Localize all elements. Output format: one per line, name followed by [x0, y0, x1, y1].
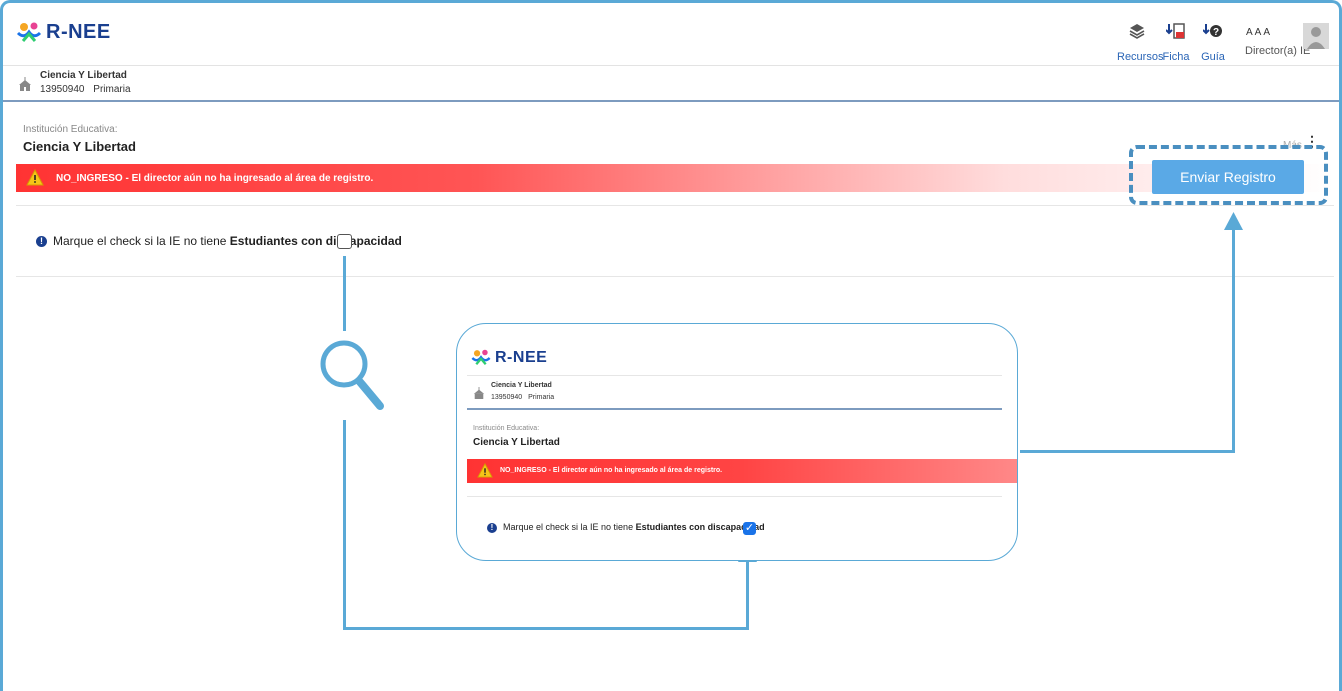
avatar[interactable]: [1303, 23, 1329, 49]
app-title[interactable]: R-NEE: [46, 21, 111, 44]
layers-icon: [1129, 24, 1145, 39]
ficha-label: Ficha: [1162, 51, 1190, 63]
divider: [467, 408, 1002, 410]
inset-app-title: R-NEE: [495, 349, 548, 366]
info-icon: !: [36, 236, 47, 247]
school-bar: Ciencia Y Libertad 13950940 Primaria: [3, 66, 1339, 102]
guide-label: Guía: [1201, 51, 1225, 63]
check-text-bold: Estudiantes con discapacidad: [229, 234, 402, 248]
divider: [16, 276, 1334, 277]
inset-ie-label: Institución Educativa:: [473, 425, 540, 432]
inset-school-name: Ciencia Y Libertad: [491, 382, 552, 389]
highlight-box: [1129, 145, 1328, 205]
app-header: R-NEE Recursos Ficha ? Guía AAA Director…: [3, 3, 1339, 66]
inset-check-text: Marque el check si la IE no tiene Estudi…: [503, 522, 765, 532]
connector-line: [1232, 228, 1235, 453]
logo-icon: [16, 22, 42, 42]
ficha-button[interactable]: Ficha: [1159, 11, 1193, 63]
warning-icon: [26, 169, 44, 186]
school-name: Ciencia Y Libertad: [40, 70, 127, 81]
school-code: 13950940: [40, 84, 85, 95]
warning-icon: [477, 463, 493, 478]
inset-school-code: 13950940: [491, 394, 523, 401]
check-text-prefix: Marque el check si la IE no tiene: [53, 234, 227, 248]
help-download-icon: ?: [1203, 24, 1222, 38]
document-download-icon: [1166, 23, 1185, 39]
school-icon: [473, 387, 485, 399]
school-icon: [19, 77, 31, 91]
connector-line: [343, 420, 346, 630]
inset-school-level: Primaria: [528, 394, 555, 401]
user-icon: [1307, 27, 1325, 49]
resources-label: Recursos: [1117, 51, 1164, 63]
connector-line: [343, 627, 749, 630]
info-icon: !: [487, 523, 497, 533]
inset-checkbox-checked: ✓: [743, 522, 756, 535]
zoom-inset: R-NEE Ciencia Y Libertad 13950940 Primar…: [456, 323, 1018, 561]
ie-name: Ciencia Y Libertad: [23, 139, 136, 154]
svg-text:?: ?: [1213, 27, 1219, 38]
connector-line: [343, 256, 346, 331]
status-text: NO_INGRESO - El director aún no ha ingre…: [56, 173, 374, 184]
inset-ie-name: Ciencia Y Libertad: [473, 437, 560, 448]
no-disability-checkbox[interactable]: [337, 234, 352, 249]
divider: [16, 205, 1334, 206]
resources-button[interactable]: Recursos: [1117, 11, 1164, 63]
arrow-up-icon: [1224, 212, 1243, 230]
magnifier-icon: [320, 340, 384, 410]
divider: [467, 496, 1002, 497]
inset-status-text: NO_INGRESO - El director aún no ha ingre…: [500, 467, 723, 474]
connector-line: [1020, 450, 1235, 453]
inset-status-banner: NO_INGRESO - El director aún no ha ingre…: [467, 459, 1017, 483]
school-level: Primaria: [93, 84, 131, 95]
logo-icon: [471, 349, 491, 366]
guide-button[interactable]: ? Guía: [1196, 11, 1230, 63]
inset-check-text-prefix: Marque el check si la IE no tiene: [503, 522, 634, 532]
divider: [467, 375, 1002, 376]
user-initials: AAA: [1246, 27, 1273, 38]
ie-label: Institución Educativa:: [23, 124, 118, 135]
user-role: Director(a) IE: [1245, 45, 1311, 57]
connector-line: [746, 560, 749, 630]
